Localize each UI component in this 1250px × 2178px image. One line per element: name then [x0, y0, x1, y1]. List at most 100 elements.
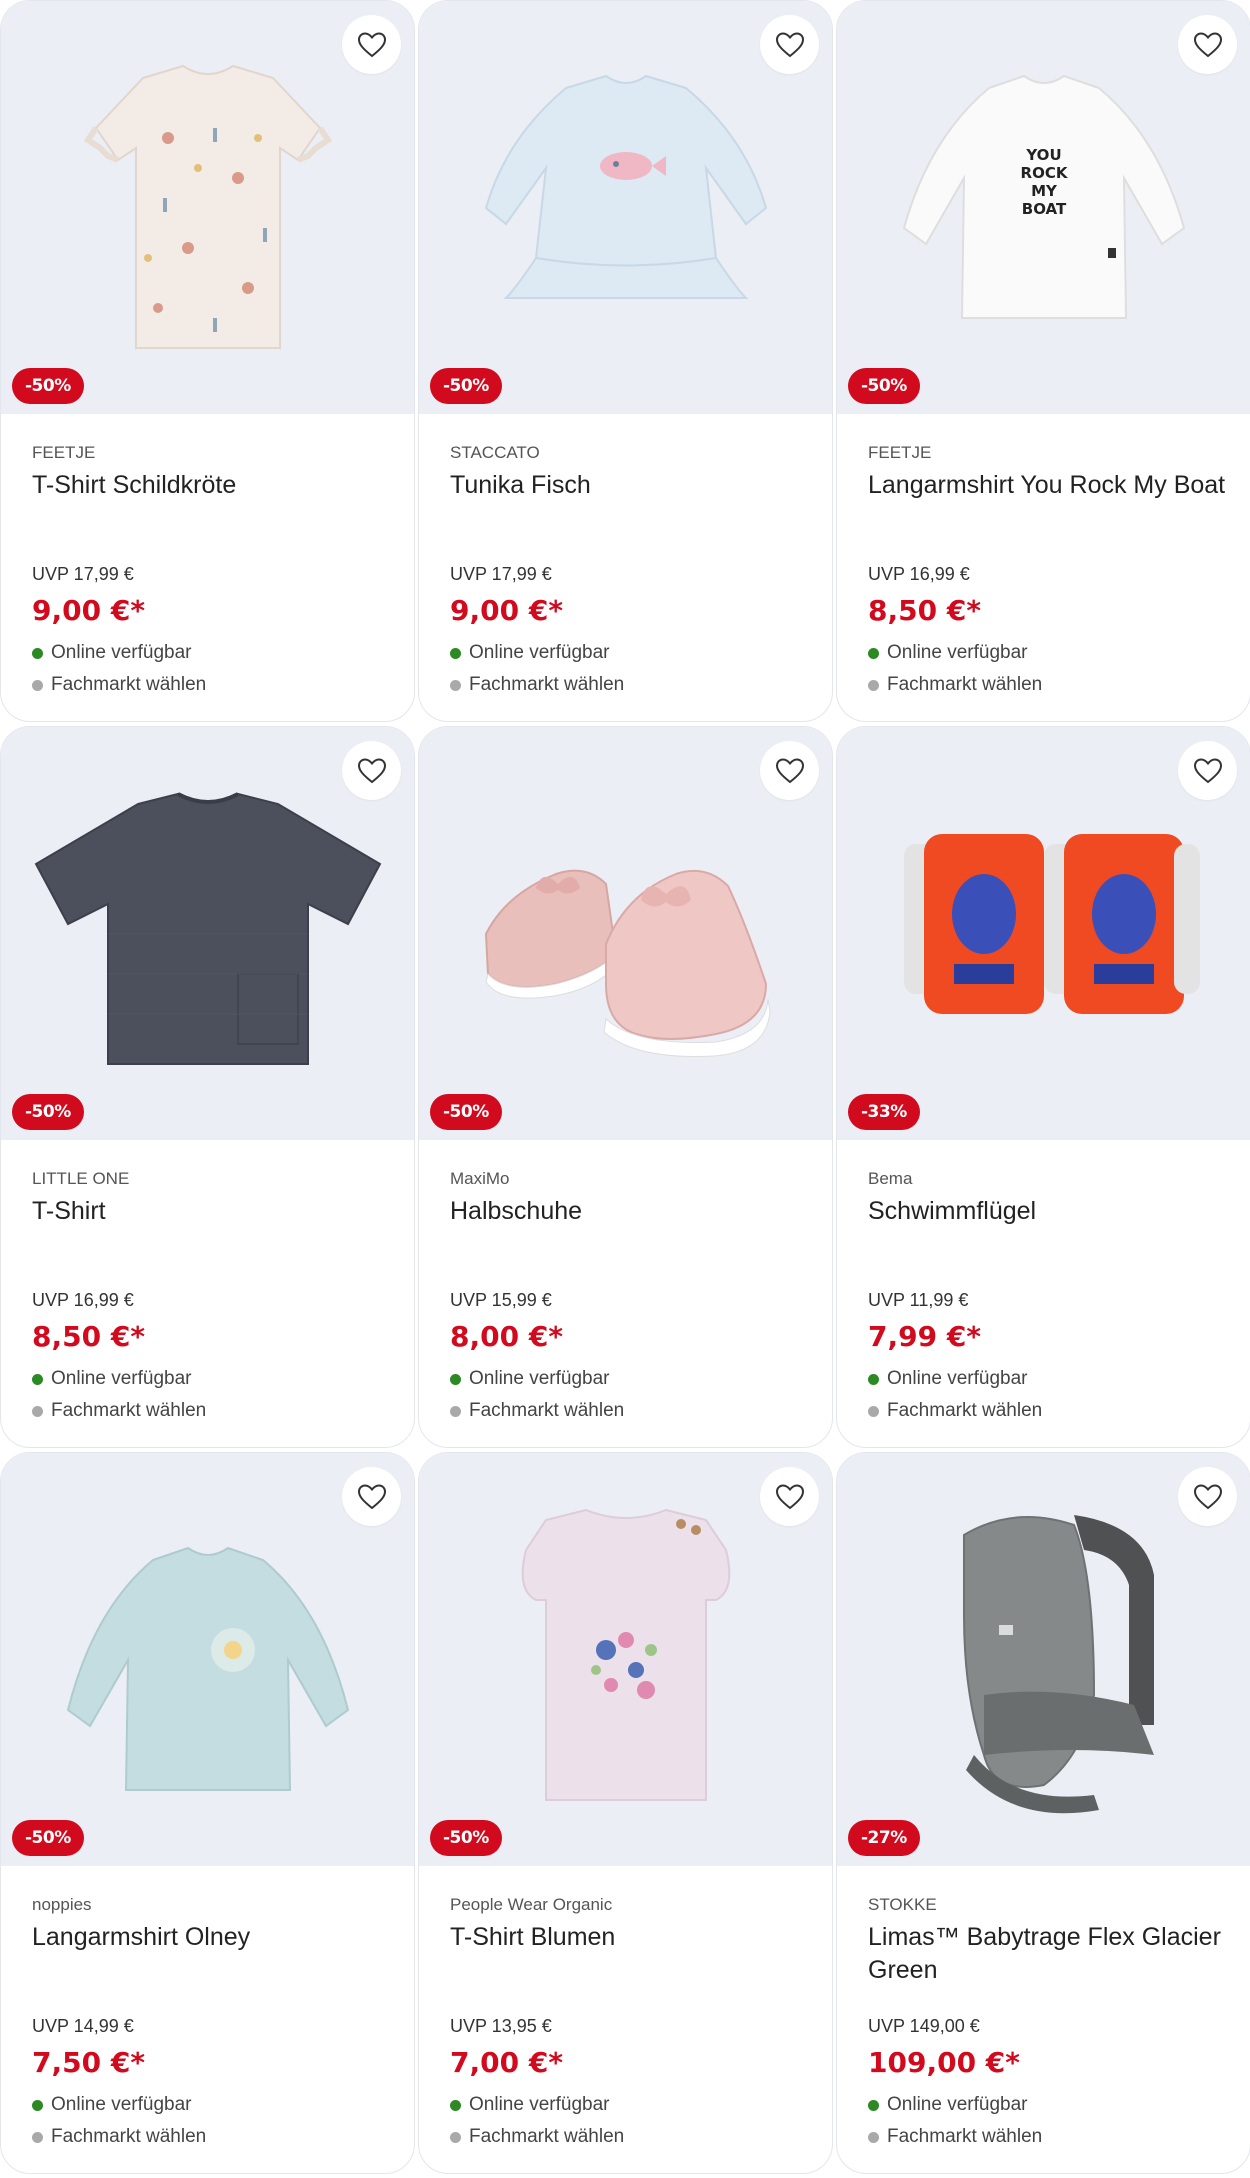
white-longsleeve-image: YOUROCKMYBOAT: [902, 74, 1185, 319]
wishlist-button[interactable]: [342, 15, 401, 74]
choose-store-link[interactable]: Fachmarkt wählen: [868, 2126, 1042, 2148]
product-image[interactable]: -50%: [1, 727, 414, 1140]
wishlist-button[interactable]: [760, 1467, 819, 1526]
product-uvp: UVP 14,99 €: [32, 2016, 134, 2036]
product-image[interactable]: -33%: [837, 727, 1250, 1140]
choose-store-link[interactable]: Fachmarkt wählen: [32, 1400, 206, 1422]
product-image[interactable]: YOU ROCK MY BOAT -50%: [837, 1, 1250, 414]
mint-longsleeve-image: [66, 1546, 349, 1791]
discount-badge: -50%: [430, 1820, 502, 1856]
product-image[interactable]: -50%: [419, 1, 832, 414]
product-title[interactable]: Langarmshirt Olney: [32, 1921, 394, 1987]
choose-store-link[interactable]: Fachmarkt wählen: [450, 2126, 624, 2148]
product-card[interactable]: -50% FEETJE T-Shirt Schildkröte UVP 17,9…: [0, 0, 415, 722]
product-title[interactable]: Langarmshirt You Rock My Boat: [868, 469, 1230, 535]
product-price: 8,00 €*: [450, 1320, 563, 1353]
wishlist-button[interactable]: [1178, 1467, 1237, 1526]
choose-store-link[interactable]: Fachmarkt wählen: [450, 674, 624, 696]
product-card[interactable]: YOU ROCK MY BOAT -50% FEETJE Langarmshirt Y…: [836, 0, 1250, 722]
store-dot-icon: [450, 679, 461, 691]
lightblue-tunic-image: [484, 74, 767, 299]
wishlist-button[interactable]: [1178, 741, 1237, 800]
product-card[interactable]: -50% noppies Langarmshirt Olney UVP 14,9…: [0, 1452, 415, 2174]
available-dot-icon: [32, 2099, 43, 2111]
store-dot-icon: [868, 2131, 879, 2143]
available-dot-icon: [868, 647, 879, 659]
product-price: 9,00 €*: [450, 594, 563, 627]
product-card[interactable]: -50% People Wear Organic T-Shirt Blumen …: [418, 1452, 833, 2174]
wishlist-button[interactable]: [342, 741, 401, 800]
product-title[interactable]: T-Shirt Blumen: [450, 1921, 812, 1987]
online-availability-label: Online verfügbar: [887, 1368, 1028, 1389]
choose-store-label: Fachmarkt wählen: [887, 2126, 1043, 2147]
product-info: STACCATO Tunika Fisch UVP 17,99 € 9,00 €…: [450, 414, 812, 695]
product-info: FEETJE T-Shirt Schildkröte UVP 17,99 € 9…: [32, 414, 394, 695]
product-grid: -50% FEETJE T-Shirt Schildkröte UVP 17,9…: [0, 0, 1250, 2178]
choose-store-label: Fachmarkt wählen: [51, 674, 207, 695]
wishlist-button[interactable]: [760, 15, 819, 74]
discount-badge: -50%: [12, 368, 84, 404]
heart-outline-icon: [357, 31, 386, 57]
product-image[interactable]: -50%: [1, 1, 414, 414]
online-availability-label: Online verfügbar: [51, 1368, 192, 1389]
heart-outline-icon: [775, 31, 804, 57]
product-image[interactable]: -50%: [419, 1453, 832, 1866]
choose-store-link[interactable]: Fachmarkt wählen: [32, 674, 206, 696]
product-title[interactable]: Schwimmflügel: [868, 1195, 1230, 1261]
product-info: People Wear Organic T-Shirt Blumen UVP 1…: [450, 1866, 812, 2147]
product-uvp: UVP 15,99 €: [450, 1290, 552, 1310]
product-image[interactable]: -50%: [1, 1453, 414, 1866]
wishlist-button[interactable]: [1178, 15, 1237, 74]
online-availability: Online verfügbar: [868, 2094, 1027, 2116]
product-card[interactable]: -27% STOKKE Limas™ Babytrage Flex Glacie…: [836, 1452, 1250, 2174]
choose-store-link[interactable]: Fachmarkt wählen: [868, 674, 1042, 696]
store-dot-icon: [32, 679, 43, 691]
product-title[interactable]: T-Shirt Schildkröte: [32, 469, 394, 535]
choose-store-link[interactable]: Fachmarkt wählen: [868, 1400, 1042, 1422]
product-title[interactable]: Halbschuhe: [450, 1195, 812, 1261]
heart-outline-icon: [1193, 1483, 1222, 1509]
armbands-image: [903, 833, 1200, 1014]
online-availability: Online verfügbar: [450, 1368, 609, 1390]
product-brand: FEETJE: [868, 443, 932, 462]
choose-store-label: Fachmarkt wählen: [51, 2126, 207, 2147]
grey-tshirt-image: [34, 791, 381, 1065]
baby-carrier-image: [962, 1514, 1154, 1813]
available-dot-icon: [868, 2099, 879, 2111]
product-info: noppies Langarmshirt Olney UVP 14,99 € 7…: [32, 1866, 394, 2147]
choose-store-link[interactable]: Fachmarkt wählen: [32, 2126, 206, 2148]
available-dot-icon: [450, 1373, 461, 1385]
pink-shoes-image: [484, 869, 771, 1057]
product-info: MaxiMo Halbschuhe UVP 15,99 € 8,00 €* On…: [450, 1140, 812, 1421]
product-brand: FEETJE: [32, 443, 96, 462]
online-availability-label: Online verfügbar: [469, 1368, 610, 1389]
choose-store-label: Fachmarkt wählen: [469, 2126, 625, 2147]
product-image[interactable]: -50%: [419, 727, 832, 1140]
product-info: STOKKE Limas™ Babytrage Flex Glacier Gre…: [868, 1866, 1230, 2147]
store-dot-icon: [868, 679, 879, 691]
product-info: LITTLE ONE T-Shirt UVP 16,99 € 8,50 €* O…: [32, 1140, 394, 1421]
product-card[interactable]: -50% MaxiMo Halbschuhe UVP 15,99 € 8,00 …: [418, 726, 833, 1448]
product-title[interactable]: Tunika Fisch: [450, 469, 812, 535]
choose-store-label: Fachmarkt wählen: [887, 1400, 1043, 1421]
product-title[interactable]: Limas™ Babytrage Flex Glacier Green: [868, 1921, 1230, 1987]
product-price: 8,50 €*: [868, 594, 981, 627]
heart-outline-icon: [357, 757, 386, 783]
online-availability: Online verfügbar: [450, 642, 609, 664]
store-dot-icon: [450, 2131, 461, 2143]
choose-store-link[interactable]: Fachmarkt wählen: [450, 1400, 624, 1422]
wishlist-button[interactable]: [760, 741, 819, 800]
online-availability-label: Online verfügbar: [51, 2094, 192, 2115]
wishlist-button[interactable]: [342, 1467, 401, 1526]
product-image[interactable]: -27%: [837, 1453, 1250, 1866]
product-card[interactable]: -50% LITTLE ONE T-Shirt UVP 16,99 € 8,50…: [0, 726, 415, 1448]
heart-outline-icon: [1193, 31, 1222, 57]
discount-badge: -50%: [848, 368, 920, 404]
online-availability: Online verfügbar: [32, 642, 191, 664]
product-card[interactable]: -50% STACCATO Tunika Fisch UVP 17,99 € 9…: [418, 0, 833, 722]
product-card[interactable]: -33% Bema Schwimmflügel UVP 11,99 € 7,99…: [836, 726, 1250, 1448]
online-availability-label: Online verfügbar: [887, 642, 1028, 663]
available-dot-icon: [32, 1373, 43, 1385]
discount-badge: -27%: [848, 1820, 920, 1856]
product-title[interactable]: T-Shirt: [32, 1195, 394, 1261]
